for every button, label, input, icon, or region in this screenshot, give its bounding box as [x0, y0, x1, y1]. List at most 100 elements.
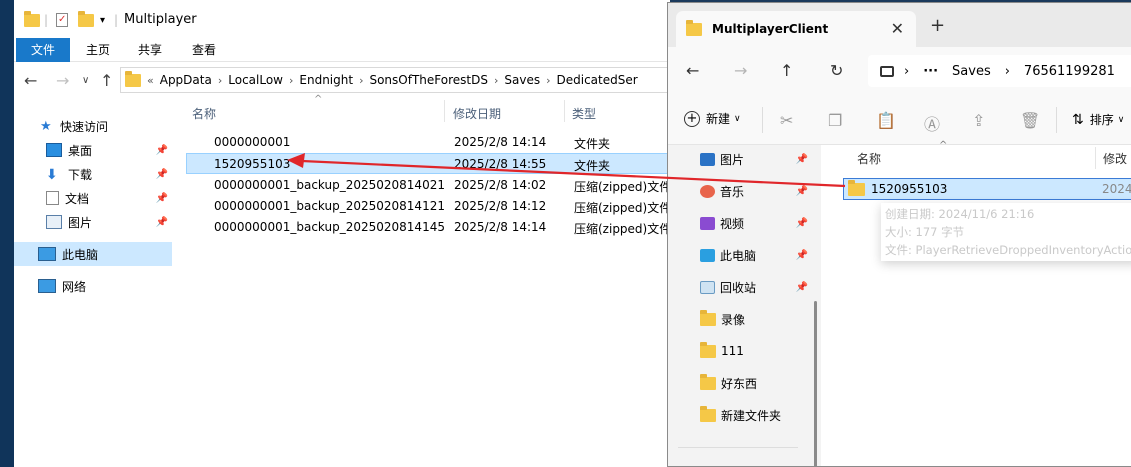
column-header-name[interactable]: 名称	[192, 105, 216, 122]
sort-button[interactable]: ⇅ 排序 ∨	[1072, 111, 1124, 128]
file-name: 1520955103	[214, 157, 291, 171]
sidebar-item-this-pc[interactable]: 此电脑 📌	[700, 243, 812, 267]
file-row[interactable]: 0000000001_backup_2025020814121... 2025/…	[186, 196, 670, 217]
music-icon	[700, 184, 715, 198]
refresh-icon[interactable]: ↻	[830, 61, 843, 80]
new-tab-icon[interactable]: +	[930, 15, 945, 36]
close-tab-icon[interactable]: ✕	[891, 19, 904, 38]
pictures-icon	[46, 215, 62, 229]
address-bar[interactable]: › ··· Saves › 76561199281	[868, 55, 1131, 87]
pin-icon: 📌	[795, 185, 808, 197]
pin-icon: 📌	[155, 144, 168, 156]
sidebar-item-111[interactable]: 111	[700, 339, 812, 363]
desktop-background	[0, 0, 14, 467]
chevron-down-icon: ∨	[734, 113, 741, 124]
tooltip-files: 文件: PlayerRetrieveDroppedInventoryActio	[885, 243, 1131, 257]
tooltip-created: 创建日期: 2024/11/6 21:16	[885, 207, 1035, 221]
sidebar-item-recordings[interactable]: 录像	[700, 307, 812, 331]
sidebar-item-music[interactable]: 音乐 📌	[700, 179, 812, 203]
column-header-date[interactable]: 修改日期	[453, 105, 501, 122]
share-icon[interactable]: ⇪	[972, 111, 985, 130]
breadcrumb-locallow[interactable]: LocalLow	[228, 73, 283, 87]
file-row-selected[interactable]: 1520955103 2025/2/8 14:55 文件夹	[186, 153, 670, 174]
pin-icon: 📌	[155, 192, 168, 204]
back-icon[interactable]: ←	[24, 71, 37, 90]
breadcrumb-overflow[interactable]: «	[147, 74, 154, 87]
tab-share[interactable]: 共享	[128, 38, 172, 62]
file-type: 压缩(zipped)文件	[574, 180, 670, 194]
new-button[interactable]: + 新建 ∨	[684, 110, 741, 127]
sidebar-item-pictures[interactable]: 图片 📌	[700, 147, 812, 171]
column-header-name[interactable]: 名称	[857, 150, 881, 167]
up-icon[interactable]: ↑	[780, 61, 793, 80]
file-row[interactable]: 0000000001_backup_2025020814145... 2025/…	[186, 217, 670, 238]
tooltip: 创建日期: 2024/11/6 21:16 大小: 177 字节 文件: Pla…	[881, 203, 1131, 261]
scrollbar[interactable]	[814, 301, 817, 466]
navigation-bar: ← → ↑ ↻ › ··· Saves › 76561199281	[668, 47, 1131, 95]
explorer-window-multiplayer: | ✓ ▾ | Multiplayer 文件 主页 共享 查看 ← → ∨ ↑ …	[14, 0, 670, 467]
command-bar: + 新建 ∨ ✂ ❐ 📋 Ⓐ ⇪ 🗑 ⇅ 排序 ∨	[668, 95, 1131, 145]
file-name: 1520955103	[871, 182, 948, 196]
paste-icon[interactable]: 📋	[876, 111, 896, 130]
file-row[interactable]: 0000000001_backup_2025020814021... 2025/…	[186, 175, 670, 196]
sidebar-item-recycle-bin[interactable]: 回收站 📌	[700, 275, 812, 299]
sidebar-item-good-stuff[interactable]: 好东西	[700, 371, 812, 395]
tab-title: MultiplayerClient	[712, 22, 829, 36]
new-folder-icon[interactable]	[78, 10, 94, 29]
column-header-type[interactable]: 类型	[572, 105, 596, 122]
forward-icon[interactable]: →	[734, 61, 747, 80]
more-icon[interactable]: ···	[923, 64, 938, 79]
breadcrumb-steamid[interactable]: 76561199281	[1024, 64, 1115, 79]
sidebar-item-videos[interactable]: 视频 📌	[700, 211, 812, 235]
tab-multiplayerclient[interactable]: MultiplayerClient ✕	[676, 11, 916, 47]
breadcrumb-appdata[interactable]: AppData	[160, 73, 212, 87]
breadcrumb-dedicatedserver[interactable]: DedicatedSer	[557, 73, 638, 87]
chevron-right-icon: ›	[1004, 63, 1010, 79]
star-icon: ★	[40, 119, 52, 134]
breadcrumb-saves[interactable]: Saves	[952, 64, 991, 79]
file-row[interactable]: 0000000001 2025/2/8 14:14 文件夹	[186, 132, 670, 153]
file-name: 0000000001_backup_2025020814021...	[214, 178, 444, 192]
ribbon-tabs: 文件 主页 共享 查看	[14, 38, 670, 62]
nav-this-pc[interactable]: 此电脑	[14, 242, 172, 266]
nav-network[interactable]: 网络	[38, 274, 196, 298]
folder-icon	[700, 373, 716, 390]
properties-icon[interactable]: ✓	[56, 11, 68, 29]
recent-dropdown-icon[interactable]: ∨	[82, 75, 89, 86]
file-row-selected[interactable]: 1520955103 2024	[843, 178, 1131, 200]
computer-icon	[38, 247, 56, 261]
nav-pictures[interactable]: 图片 📌	[46, 210, 172, 234]
videos-icon	[700, 216, 715, 230]
cut-icon[interactable]: ✂	[780, 111, 793, 130]
sidebar-item-new-folder[interactable]: 新建文件夹	[700, 403, 812, 427]
nav-downloads[interactable]: ⬇ 下载 📌	[46, 162, 172, 186]
pin-icon: 📌	[795, 249, 808, 261]
documents-icon	[46, 191, 59, 205]
download-icon: ⬇	[46, 167, 58, 183]
folder-icon	[125, 70, 141, 87]
column-header-date[interactable]: 修改	[1103, 150, 1127, 167]
explorer-window-multiplayerclient: MultiplayerClient ✕ + ← → ↑ ↻ › ··· Save…	[667, 2, 1131, 467]
nav-desktop[interactable]: 桌面 📌	[46, 138, 172, 162]
file-date: 2025/2/8 14:12	[454, 199, 547, 213]
rename-icon[interactable]: Ⓐ	[924, 111, 940, 135]
address-bar[interactable]: « AppData › LocalLow › Endnight › SonsOfThe…	[120, 67, 670, 93]
copy-icon[interactable]: ❐	[828, 111, 842, 130]
delete-icon[interactable]: 🗑	[1020, 111, 1040, 130]
breadcrumb-endnight[interactable]: Endnight	[299, 73, 353, 87]
back-icon[interactable]: ←	[686, 61, 699, 80]
quick-access-dropdown-icon[interactable]: ▾	[100, 11, 105, 29]
nav-documents[interactable]: 文档 📌	[46, 186, 172, 210]
tab-file[interactable]: 文件	[16, 38, 70, 62]
tab-view[interactable]: 查看	[182, 38, 226, 62]
folder-icon	[700, 309, 716, 326]
pin-icon: 📌	[795, 217, 808, 229]
up-icon[interactable]: ↑	[100, 71, 113, 90]
breadcrumb-saves[interactable]: Saves	[504, 73, 540, 87]
tab-home[interactable]: 主页	[78, 38, 118, 62]
breadcrumb-sonsoftheforestds[interactable]: SonsOfTheForestDS	[369, 73, 488, 87]
pictures-icon	[700, 152, 715, 166]
forward-icon[interactable]: →	[56, 71, 69, 90]
navigation-pane: ★ 快速访问 桌面 📌 ⬇ 下载 📌 文档 📌 图片 📌 此电脑 网络	[14, 100, 172, 467]
chevron-down-icon: ∨	[1117, 114, 1125, 125]
